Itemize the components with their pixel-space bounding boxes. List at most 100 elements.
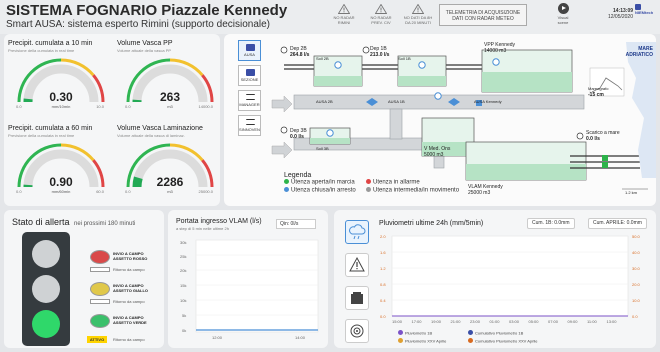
lamp-red-off: [32, 240, 60, 268]
tank-capacity: 5000 m3: [424, 152, 444, 158]
warning-no-dati: NO DATI DA 8H DA 20 MINUTI: [392, 4, 444, 25]
pluvio-yright: 0.0: [632, 314, 638, 319]
gauge-subtitle: Previsione della cumulata in real time: [8, 48, 75, 53]
gauge-subtitle: Volume attuale della vasca di laminaz.: [117, 133, 185, 138]
target-button[interactable]: [345, 319, 369, 343]
logo-text: NIEMtech: [635, 10, 654, 15]
gauge-title: Volume Vasca PP: [117, 40, 173, 47]
flowmeter-icon: [576, 132, 584, 140]
pluvio-xtick: 11:00: [587, 319, 597, 324]
tank-water: [314, 76, 362, 86]
portata-subtitle: a step di 5 min nelle ultime 2h: [176, 226, 229, 231]
ritorno-rosso-button[interactable]: [90, 267, 110, 272]
sliders-icon: [246, 119, 255, 125]
telemetry-button[interactable]: TELEMETRIA DI ACQUISIZIONE DATI CON RADA…: [439, 4, 527, 26]
portata-title: Portata ingresso VLAM (l/s): [176, 218, 262, 225]
qin-box: Qin: 0l/s: [276, 219, 316, 229]
invio-rosso-button[interactable]: [90, 250, 110, 264]
pluvio-yright: 20.0: [632, 282, 640, 287]
scarico-label: Scarico a mare 0.0 l/s: [586, 130, 620, 142]
cum-aprile: Cum. APRILE: 0.0mm: [588, 218, 647, 229]
warning-line2: DA 20 MINUTI: [405, 20, 431, 25]
label-line2: ASSETTO VERDE: [113, 320, 147, 325]
sea-label: MARE ADRIATICO: [623, 46, 653, 58]
warning-icon: [338, 4, 350, 14]
scale-label: 1.2 km: [625, 190, 638, 195]
legend-label: Utenza chiusa/in arresto: [291, 187, 356, 193]
legend-dot-icon: [366, 186, 371, 192]
pump-icon: [326, 129, 334, 137]
gauge-value: 2286: [156, 175, 184, 189]
play-icon: [557, 3, 569, 14]
storage-button[interactable]: [345, 286, 369, 310]
legend-dot-icon: [284, 179, 289, 184]
dep-flow: 0.0 l/s: [290, 134, 304, 140]
pluvio-yleft: 1.6: [380, 250, 386, 255]
building-icon: [246, 44, 255, 51]
gauge-max: 14000.0: [198, 104, 213, 109]
legend-dot-icon: [284, 186, 289, 192]
legend-item: Utenza aperta/in marcia: [284, 179, 366, 187]
tank-capacity: 14000 m3: [484, 48, 507, 54]
nav-button-sezione[interactable]: SEZIONE: [238, 65, 261, 86]
gauge-card-vasca-laminazione: Volume Vasca Laminazione Volume attuale …: [117, 125, 223, 199]
gauge-card-precip-60: Precipit. cumulata a 60 min Previsione d…: [8, 125, 114, 199]
pluvio-yleft: 1.2: [380, 266, 386, 271]
tank-water: [398, 76, 446, 86]
portata-xtick: 12:00: [212, 335, 223, 340]
ritorno-giallo-button[interactable]: [90, 299, 110, 304]
portata-header: Portata ingresso VLAM (l/s) a step di 5 …: [176, 218, 262, 231]
allerta-subtitle: nei prossimi 180 minuti: [74, 221, 136, 227]
pluvio-legend-item: Pluviometro 1B: [398, 330, 432, 336]
vpp-label: VPP Kennedy 14000 m3: [484, 42, 515, 54]
rain-cloud-button[interactable]: [345, 220, 369, 244]
pump-icon: [334, 61, 342, 69]
pluvio-yleft: 0.8: [380, 282, 386, 287]
ritorno-rosso-label: Ritorno da campo: [113, 267, 145, 272]
nav-button-manager[interactable]: MANAGER: [238, 90, 261, 111]
soll1b-label: Soll 1B: [398, 56, 411, 61]
flowmeter-icon: [362, 46, 370, 54]
gauge-value: 0.90: [49, 175, 73, 189]
ausa1b-label: AUSA 1B: [388, 99, 405, 104]
invio-giallo-button[interactable]: [90, 282, 110, 296]
gauge-max: 25000.0: [198, 189, 213, 194]
building-icon: [246, 69, 255, 76]
portata-ytick: 0k: [182, 328, 187, 333]
soll3b-label: Soll 3B: [316, 146, 329, 151]
pluvio-xtick: 13:00: [606, 319, 617, 324]
sea-name-2: ADRIATICO: [625, 52, 653, 58]
inlet-arrow-icon: [271, 95, 293, 113]
pluvio-xtick: 03:00: [509, 319, 520, 324]
pluvio-xtick: 19:00: [431, 319, 442, 324]
nav-button-sinnoven[interactable]: SINNOVEN: [238, 115, 261, 136]
scarico-flow: 0.0 l/s: [586, 136, 600, 142]
warning-icon: [375, 4, 387, 14]
dep3b-label: Dep 3B 0.0 l/s: [290, 128, 307, 140]
dep-flow: 264.8 l/s: [290, 52, 310, 58]
invio-rosso-label: INVIO A CAMPO ASSETTO ROSSO: [113, 251, 147, 261]
dep2b-label: Dep 2B 264.8 l/s: [290, 46, 309, 58]
legend-dot-icon: [398, 338, 403, 343]
pluvio-yleft: 2.0: [380, 234, 386, 239]
dep1b-label: Dep 1B 213.0 l/s: [370, 46, 389, 58]
legend-title: Legenda: [284, 172, 312, 179]
nav-label: MANAGER: [239, 102, 260, 107]
legend-dot-icon: [468, 330, 473, 335]
alert-button[interactable]: [345, 253, 369, 277]
inlet-arrow-icon: [271, 141, 293, 159]
nav-button-ausa[interactable]: AUSA: [238, 40, 261, 61]
portata-chart: [195, 239, 319, 333]
target-icon: [350, 324, 364, 338]
warning-icon: [412, 4, 424, 14]
portata-ytick: 30k: [180, 240, 187, 245]
legend-label: Utenza in allarme: [373, 179, 420, 186]
gauge-title: Volume Vasca Laminazione: [117, 125, 203, 132]
gauge-card-precip-10: Precipit. cumulata a 10 min Previsione d…: [8, 40, 114, 114]
vmed-label: V Med. Ons 5000 m3: [424, 146, 450, 158]
invio-verde-button[interactable]: [90, 314, 110, 328]
pluvio-yleft: 0.4: [380, 298, 386, 303]
legend-label: Utenza aperta/in marcia: [291, 179, 355, 186]
pluvio-legend-item: Pluviometro XXV Aprile: [398, 338, 446, 344]
view-scene-button[interactable]: Visual scene: [553, 3, 573, 25]
